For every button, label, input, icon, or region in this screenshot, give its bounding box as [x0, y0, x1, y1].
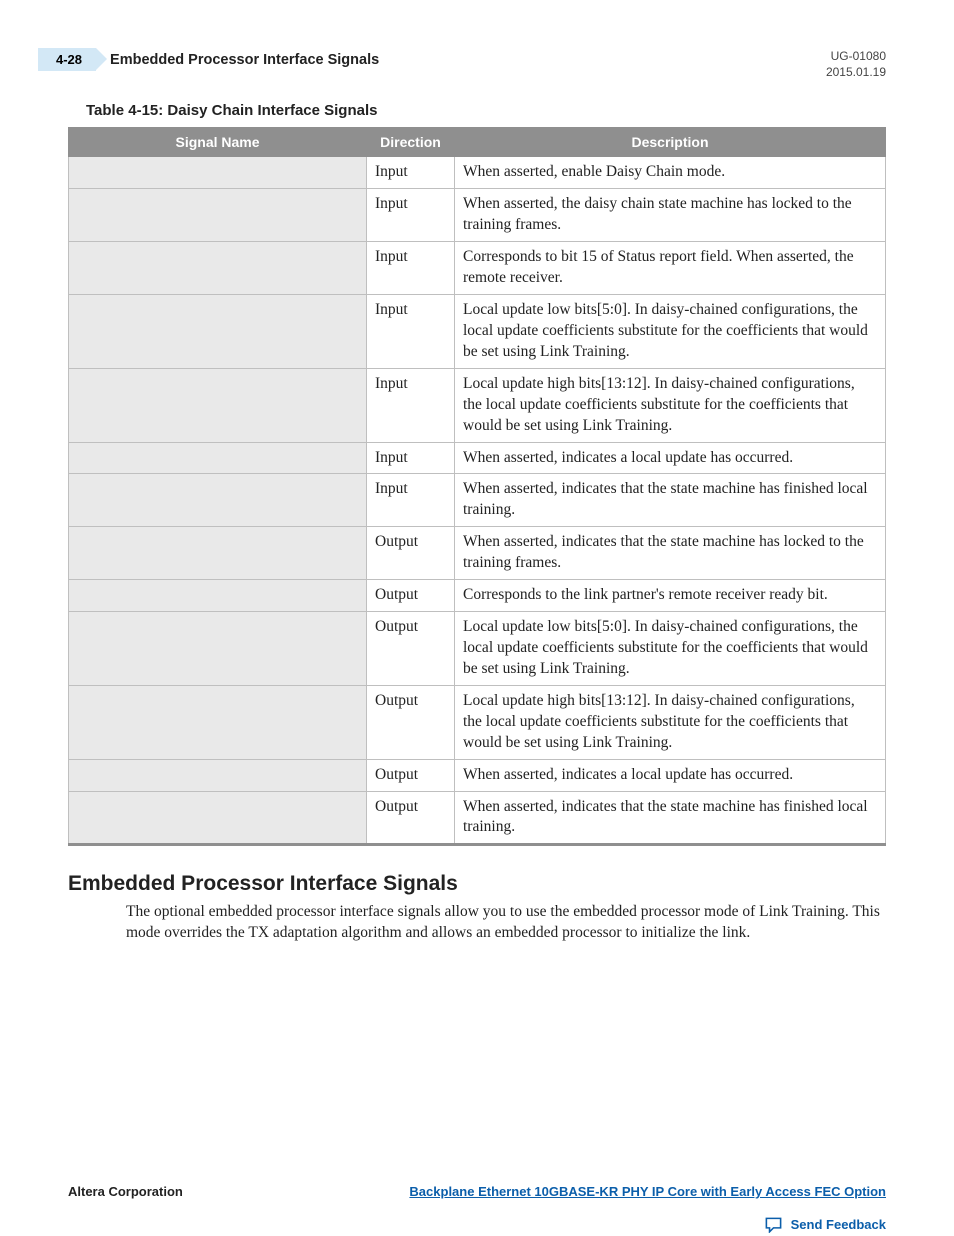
cell-direction: Input: [367, 474, 455, 527]
cell-description: Corresponds to the link partner's remote…: [455, 580, 886, 612]
table-row: InputCorresponds to bit 15 of Status rep…: [69, 242, 886, 295]
th-direction: Direction: [367, 128, 455, 157]
section-heading: Embedded Processor Interface Signals: [68, 872, 886, 896]
table-caption: Table 4-15: Daisy Chain Interface Signal…: [86, 102, 886, 119]
cell-direction: Input: [367, 294, 455, 368]
table-row: InputWhen asserted, the daisy chain stat…: [69, 189, 886, 242]
cell-description: When asserted, the daisy chain state mac…: [455, 189, 886, 242]
table-row: InputWhen asserted, indicates a local up…: [69, 442, 886, 474]
cell-signal-name: [69, 242, 367, 295]
cell-description: Local update low bits[5:0]. In daisy-cha…: [455, 612, 886, 686]
th-description: Description: [455, 128, 886, 157]
table-header-row: Signal Name Direction Description: [69, 128, 886, 157]
doc-date: 2015.01.19: [826, 64, 886, 80]
cell-description: Corresponds to bit 15 of Status report f…: [455, 242, 886, 295]
cell-signal-name: [69, 474, 367, 527]
cell-description: Local update high bits[13:12]. In daisy-…: [455, 368, 886, 442]
table-row: InputWhen asserted, enable Daisy Chain m…: [69, 157, 886, 189]
doc-metadata: UG-01080 2015.01.19: [826, 48, 886, 80]
cell-description: Local update low bits[5:0]. In daisy-cha…: [455, 294, 886, 368]
send-feedback-link[interactable]: Send Feedback: [791, 1217, 886, 1232]
table-row: OutputLocal update low bits[5:0]. In dai…: [69, 612, 886, 686]
cell-description: Local update high bits[13:12]. In daisy-…: [455, 685, 886, 759]
cell-signal-name: [69, 612, 367, 686]
footer-company: Altera Corporation: [68, 1184, 183, 1199]
cell-direction: Output: [367, 580, 455, 612]
cell-direction: Output: [367, 685, 455, 759]
cell-direction: Input: [367, 189, 455, 242]
cell-signal-name: [69, 580, 367, 612]
cell-signal-name: [69, 189, 367, 242]
section-paragraph: The optional embedded processor interfac…: [126, 902, 886, 944]
cell-signal-name: [69, 759, 367, 791]
cell-description: When asserted, indicates that the state …: [455, 791, 886, 845]
header-left: 4-28 Embedded Processor Interface Signal…: [68, 48, 379, 71]
send-feedback[interactable]: Send Feedback: [764, 1216, 886, 1233]
cell-direction: Input: [367, 442, 455, 474]
page-number-tag: 4-28: [38, 48, 96, 71]
cell-description: When asserted, enable Daisy Chain mode.: [455, 157, 886, 189]
table-row: OutputLocal update high bits[13:12]. In …: [69, 685, 886, 759]
table-row: OutputCorresponds to the link partner's …: [69, 580, 886, 612]
cell-signal-name: [69, 527, 367, 580]
cell-signal-name: [69, 294, 367, 368]
cell-description: When asserted, indicates a local update …: [455, 759, 886, 791]
running-section-title: Embedded Processor Interface Signals: [110, 52, 379, 68]
cell-direction: Output: [367, 759, 455, 791]
cell-signal-name: [69, 791, 367, 845]
footer-doc-link[interactable]: Backplane Ethernet 10GBASE-KR PHY IP Cor…: [409, 1184, 886, 1199]
cell-direction: Output: [367, 527, 455, 580]
cell-direction: Input: [367, 368, 455, 442]
speech-bubble-icon: [764, 1216, 783, 1233]
cell-direction: Input: [367, 242, 455, 295]
cell-direction: Output: [367, 791, 455, 845]
page-header: 4-28 Embedded Processor Interface Signal…: [68, 48, 886, 80]
cell-signal-name: [69, 157, 367, 189]
table-row: OutputWhen asserted, indicates a local u…: [69, 759, 886, 791]
table-row: InputWhen asserted, indicates that the s…: [69, 474, 886, 527]
table-row: OutputWhen asserted, indicates that the …: [69, 527, 886, 580]
page-footer: Altera Corporation Backplane Ethernet 10…: [68, 1184, 886, 1199]
cell-direction: Output: [367, 612, 455, 686]
table-row: InputLocal update high bits[13:12]. In d…: [69, 368, 886, 442]
doc-id: UG-01080: [826, 48, 886, 64]
th-signal-name: Signal Name: [69, 128, 367, 157]
table-row: InputLocal update low bits[5:0]. In dais…: [69, 294, 886, 368]
cell-description: When asserted, indicates that the state …: [455, 474, 886, 527]
table-row: OutputWhen asserted, indicates that the …: [69, 791, 886, 845]
signals-table: Signal Name Direction Description InputW…: [68, 127, 886, 846]
cell-signal-name: [69, 685, 367, 759]
cell-description: When asserted, indicates a local update …: [455, 442, 886, 474]
cell-direction: Input: [367, 157, 455, 189]
cell-description: When asserted, indicates that the state …: [455, 527, 886, 580]
cell-signal-name: [69, 368, 367, 442]
cell-signal-name: [69, 442, 367, 474]
